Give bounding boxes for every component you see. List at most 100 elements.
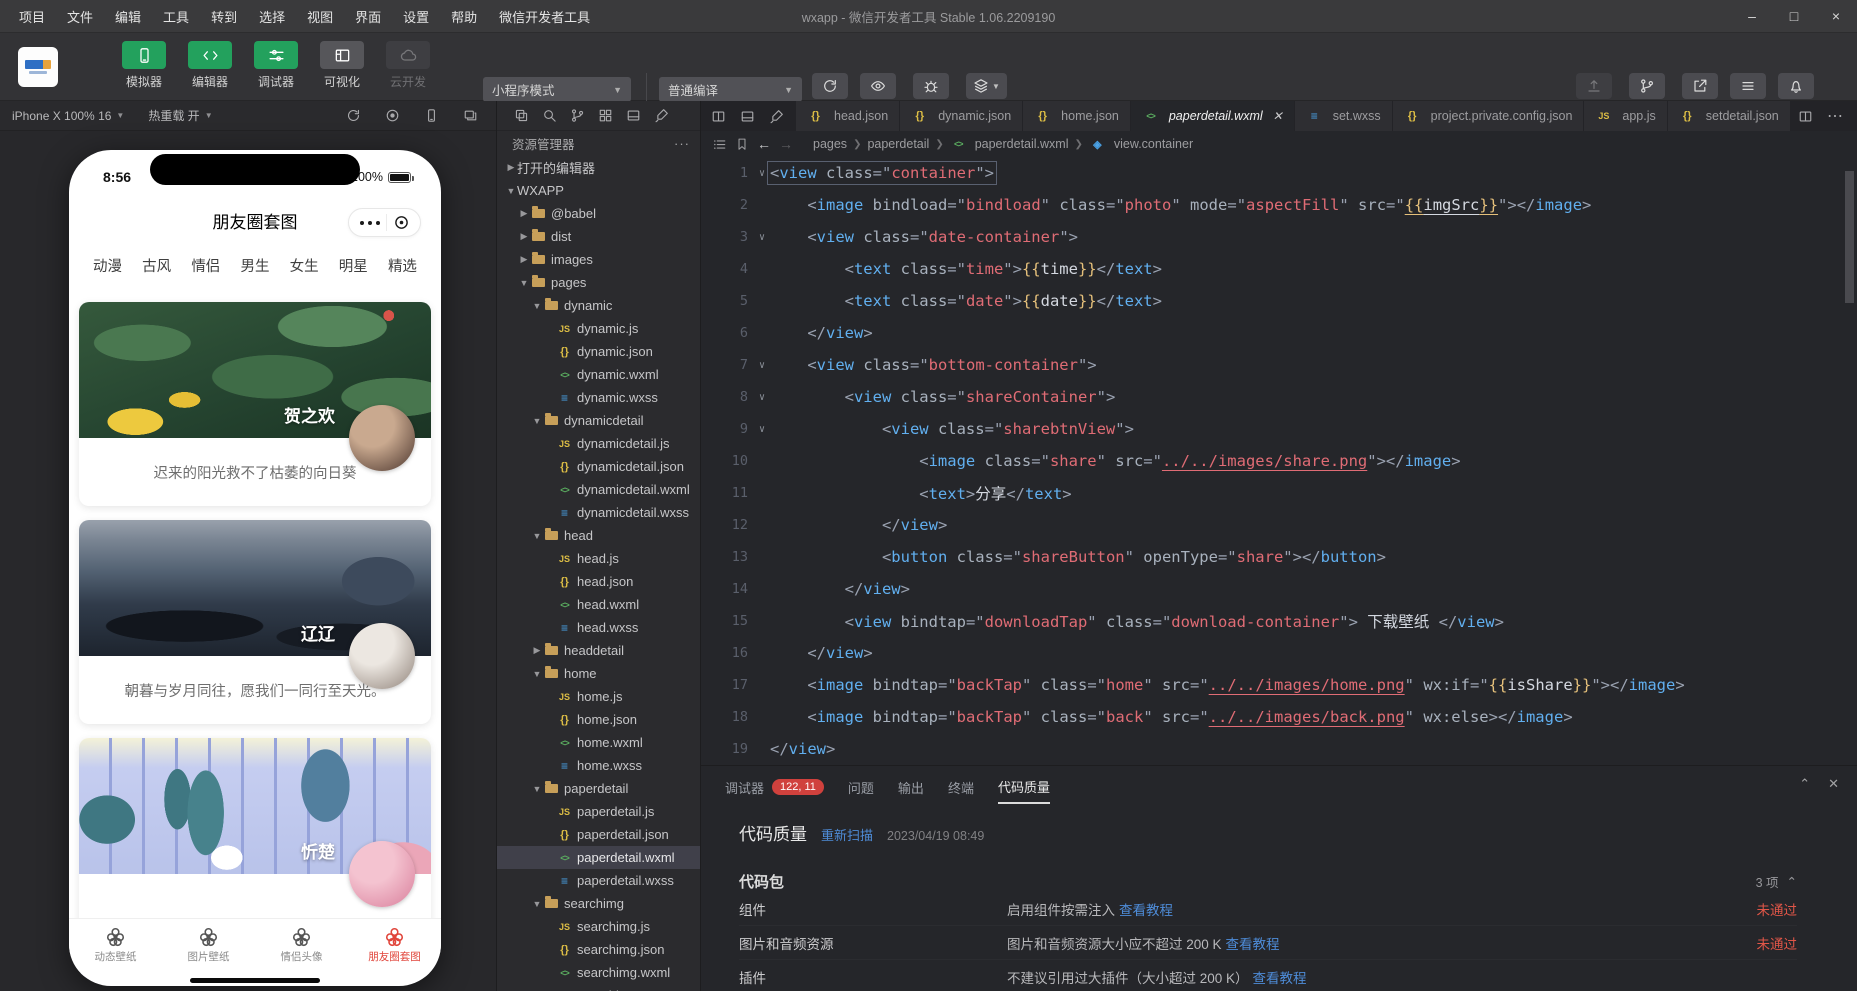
panel-tab-问题[interactable]: 问题 [848, 766, 874, 804]
collapse-icon[interactable]: ⌃ [1799, 776, 1810, 792]
menu-项目[interactable]: 项目 [10, 3, 54, 30]
tree-item-dynamicdetail.js[interactable]: JS dynamicdetail.js [497, 432, 700, 455]
tree-item-paperdetail.json[interactable]: {} paperdetail.json [497, 823, 700, 846]
brush-icon[interactable] [654, 108, 669, 123]
avatar[interactable] [349, 405, 415, 471]
forward-arrow-icon[interactable]: → [779, 136, 793, 152]
tree-item-searchimg.wxss[interactable]: ≡searchimg.wxss [497, 984, 700, 991]
tab-setdetail.json[interactable]: {} setdetail.json [1667, 101, 1791, 131]
tabbar-item-情侣头像[interactable]: 情侣头像 [255, 919, 348, 976]
category-tab-明星[interactable]: 明星 [339, 255, 368, 276]
menu-转到[interactable]: 转到 [202, 3, 246, 30]
category-tab-情侣[interactable]: 情侣 [191, 255, 220, 276]
avatar[interactable] [349, 841, 415, 907]
tree-item-dist[interactable]: ▶ dist [497, 225, 700, 248]
tree-item-dynamicdetail.wxml[interactable]: <> dynamicdetail.wxml [497, 478, 700, 501]
tree-item-head.wxss[interactable]: ≡ head.wxss [497, 616, 700, 639]
device-icon[interactable] [424, 108, 439, 123]
refresh-icon[interactable] [346, 108, 361, 123]
grid-icon[interactable] [598, 108, 613, 123]
tree-item-paperdetail[interactable]: ▼ paperdetail [497, 777, 700, 800]
menu-工具[interactable]: 工具 [154, 3, 198, 30]
category-tab-古风[interactable]: 古风 [142, 255, 171, 276]
tab-home.json[interactable]: {} home.json [1023, 101, 1131, 131]
tree-item-home.json[interactable]: {} home.json [497, 708, 700, 731]
package-section-meta[interactable]: 3 项 ⌃ [1756, 872, 1797, 891]
account-avatar[interactable] [18, 47, 58, 87]
tree-item-home[interactable]: ▼ home [497, 662, 700, 685]
close-icon[interactable]: ✕ [1273, 109, 1283, 123]
tree-item-home.js[interactable]: JS home.js [497, 685, 700, 708]
panel-tab-输出[interactable]: 输出 [898, 766, 924, 804]
menu-设置[interactable]: 设置 [394, 3, 438, 30]
moment-card[interactable]: 贺之欢 迟来的阳光救不了枯萎的向日葵 [79, 302, 431, 506]
winsplit-icon[interactable] [463, 108, 478, 123]
编辑器-button[interactable]: 编辑器 [184, 41, 236, 90]
tree-item-images[interactable]: ▶ images [497, 248, 700, 271]
tree-item-dynamic.wxss[interactable]: ≡ dynamic.wxss [497, 386, 700, 409]
editor-scrollbar[interactable] [1845, 171, 1854, 303]
fold-chevron-icon[interactable]: ∨ [754, 360, 770, 371]
panelico-icon[interactable] [740, 109, 755, 124]
maximize-button[interactable]: □ [1773, 0, 1815, 32]
tree-item-dynamic.json[interactable]: {} dynamic.json [497, 340, 700, 363]
capsule-menu[interactable] [348, 208, 421, 237]
tree-item-home.wxss[interactable]: ≡ home.wxss [497, 754, 700, 777]
branch-icon[interactable] [570, 108, 585, 123]
tree-item-WXAPP[interactable]: ▼ WXAPP [497, 179, 700, 202]
tab-app.js[interactable]: JS app.js [1584, 101, 1668, 131]
category-tab-精选[interactable]: 精选 [388, 255, 417, 276]
bookmark-icon[interactable] [735, 137, 749, 151]
breadcrumb-item-paperdetail.wxml[interactable]: <> paperdetail.wxml [950, 137, 1069, 151]
avatar[interactable] [349, 623, 415, 689]
panel-tab-调试器[interactable]: 调试器 122, 11 [725, 766, 824, 804]
tree-item-dynamicdetail.wxss[interactable]: ≡ dynamicdetail.wxss [497, 501, 700, 524]
tree-item-dynamicdetail[interactable]: ▼ dynamicdetail [497, 409, 700, 432]
tree-item-searchimg.wxml[interactable]: <> searchimg.wxml [497, 961, 700, 984]
tree-item-dynamicdetail.json[interactable]: {} dynamicdetail.json [497, 455, 700, 478]
panelico-icon[interactable] [626, 108, 641, 123]
minimize-button[interactable]: – [1731, 0, 1773, 32]
tree-item-pages[interactable]: ▼ pages [497, 271, 700, 294]
more-icon[interactable]: ⋯ [1827, 106, 1843, 126]
rescan-link[interactable]: 重新扫描 [821, 825, 873, 844]
back-arrow-icon[interactable]: ← [757, 136, 771, 152]
category-tab-动漫[interactable]: 动漫 [93, 255, 122, 276]
menu-微信开发者工具[interactable]: 微信开发者工具 [490, 3, 599, 30]
category-tab-女生[interactable]: 女生 [290, 255, 319, 276]
tab-head.json[interactable]: {} head.json [796, 101, 901, 131]
more-dots-icon[interactable] [360, 220, 380, 225]
tutorial-link[interactable]: 查看教程 [1226, 933, 1280, 953]
fold-chevron-icon[interactable]: ∨ [754, 168, 770, 179]
chevron-up-icon[interactable]: ⌃ [1787, 874, 1797, 889]
tab-dynamic.json[interactable]: {} dynamic.json [900, 101, 1024, 131]
card-feed[interactable]: 贺之欢 迟来的阳光救不了枯萎的向日葵 辽辽 朝暮与岁月同往，愿我们一同行至天光。 忻楚 [69, 288, 441, 986]
fold-chevron-icon[interactable]: ∨ [754, 424, 770, 435]
device-select[interactable]: iPhone X 100% 16 ▼ [12, 109, 124, 123]
more-icon[interactable]: ··· [674, 136, 690, 151]
menu-文件[interactable]: 文件 [58, 3, 102, 30]
fold-chevron-icon[interactable]: ∨ [754, 232, 770, 243]
tree-item-dynamic.js[interactable]: JS dynamic.js [497, 317, 700, 340]
menu-帮助[interactable]: 帮助 [442, 3, 486, 30]
breadcrumb-item-pages[interactable]: pages [813, 137, 847, 151]
tree-item-dynamic[interactable]: ▼ dynamic [497, 294, 700, 317]
fold-chevron-icon[interactable]: ∨ [754, 392, 770, 403]
brush-icon[interactable] [769, 109, 784, 124]
tree-item-dynamic.wxml[interactable]: <> dynamic.wxml [497, 363, 700, 386]
breadcrumb-item-paperdetail[interactable]: paperdetail [867, 137, 929, 151]
tab-paperdetail.wxml[interactable]: <> paperdetail.wxml ✕ [1130, 101, 1295, 131]
tabbar-item-朋友圈套图[interactable]: 朋友圈套图 [348, 919, 441, 976]
outline-icon[interactable] [712, 137, 727, 152]
tree-item-paperdetail.wxss[interactable]: ≡ paperdetail.wxss [497, 869, 700, 892]
copy-icon[interactable] [514, 108, 529, 123]
tabbar-item-图片壁纸[interactable]: 图片壁纸 [162, 919, 255, 976]
tree-item-headdetail[interactable]: ▶ headdetail [497, 639, 700, 662]
menu-选择[interactable]: 选择 [250, 3, 294, 30]
panel-tab-终端[interactable]: 终端 [948, 766, 974, 804]
tree-item-head.js[interactable]: JS head.js [497, 547, 700, 570]
tree-item-searchimg.json[interactable]: {} searchimg.json [497, 938, 700, 961]
调试器-button[interactable]: 调试器 [250, 41, 302, 90]
云开发-button[interactable]: 云开发 [382, 41, 434, 90]
target-icon[interactable] [393, 214, 410, 231]
